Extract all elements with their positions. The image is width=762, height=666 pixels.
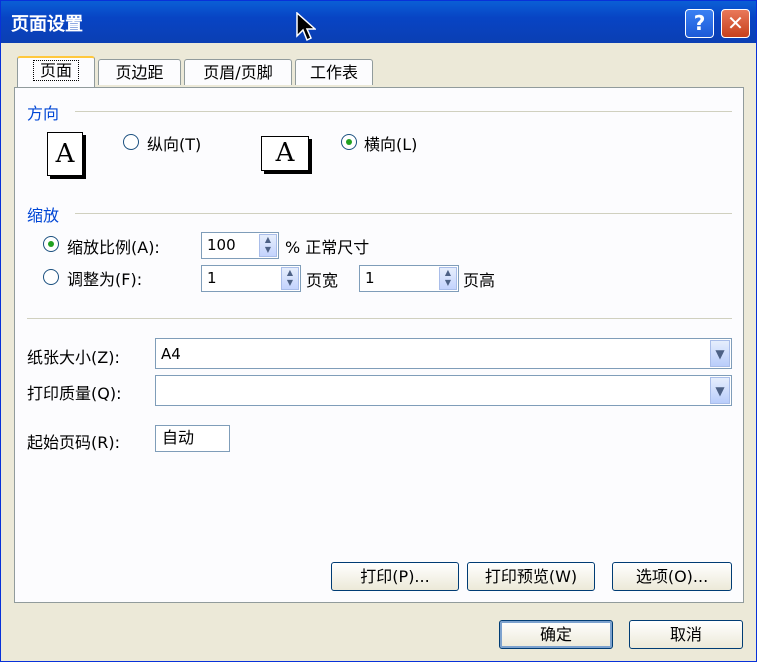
chevron-down-icon[interactable]: ▼ <box>710 377 730 404</box>
tab-sheet-label: 工作表 <box>309 63 358 82</box>
mouse-cursor-icon <box>296 12 316 42</box>
scale-spinner[interactable]: 100 ▲ ▼ <box>201 232 279 259</box>
ok-button[interactable]: 确定 <box>499 620 613 649</box>
section-divider <box>27 318 732 319</box>
paper-size-value[interactable]: A4 <box>161 345 181 363</box>
print-quality-label: 打印质量(Q): <box>27 384 122 403</box>
landscape-radio[interactable] <box>341 134 357 150</box>
fit-label[interactable]: 调整为(F): <box>67 266 142 290</box>
scale-label[interactable]: 缩放比例(A): <box>67 234 160 258</box>
fit-tall-suffix: 页高 <box>463 271 496 290</box>
print-preview-button[interactable]: 打印预览(W) <box>467 562 595 591</box>
tab-header-footer[interactable]: 页眉/页脚 <box>184 59 292 85</box>
tab-margins-label: 页边距 <box>115 63 164 82</box>
first-page-input[interactable]: 自动 <box>155 425 230 452</box>
scale-value[interactable]: 100 <box>207 236 236 254</box>
print-quality-select[interactable]: ▼ <box>155 375 732 406</box>
scale-spin-arrows-icon[interactable]: ▲ ▼ <box>259 234 277 257</box>
tab-sheet[interactable]: 工作表 <box>295 59 373 85</box>
tab-page[interactable]: 页面 <box>17 56 95 87</box>
first-page-label: 起始页码(R): <box>27 433 120 452</box>
landscape-label[interactable]: 横向(L) <box>364 131 417 155</box>
options-button[interactable]: 选项(O)... <box>612 562 732 591</box>
landscape-page-icon: A <box>261 136 309 171</box>
portrait-label[interactable]: 纵向(T) <box>147 131 201 155</box>
paper-size-label: 纸张大小(Z): <box>27 348 120 367</box>
page-setup-dialog: 页面设置 ? ✕ 页面 页边距 页眉/页脚 工作表 方向 A 纵向(T) A 横… <box>0 0 757 662</box>
cancel-button[interactable]: 取消 <box>629 620 743 649</box>
fit-tall-value[interactable]: 1 <box>365 269 375 287</box>
portrait-radio[interactable] <box>123 134 139 150</box>
portrait-page-icon: A <box>47 132 83 176</box>
print-button[interactable]: 打印(P)... <box>331 562 459 591</box>
paper-size-select[interactable]: A4 ▼ <box>155 338 732 369</box>
close-button[interactable]: ✕ <box>721 9 750 38</box>
scale-radio[interactable] <box>43 236 59 252</box>
tab-margins[interactable]: 页边距 <box>98 59 181 85</box>
fit-wide-spinner[interactable]: 1 ▲ ▼ <box>201 265 301 292</box>
tab-page-label: 页面 <box>32 60 79 81</box>
fit-radio[interactable] <box>43 269 59 285</box>
chevron-down-icon[interactable]: ▼ <box>710 340 730 367</box>
orientation-group-label: 方向 <box>27 104 60 123</box>
page-tab-panel: 方向 A 纵向(T) A 横向(L) 缩放 缩放比例(A): 100 ▲ ▼ % … <box>14 87 744 603</box>
title-bar[interactable]: 页面设置 ? ✕ <box>1 1 756 43</box>
scaling-divider <box>75 213 732 214</box>
window-title: 页面设置 <box>11 14 83 35</box>
fit-wide-spin-arrows-icon[interactable]: ▲ ▼ <box>281 267 299 290</box>
fit-tall-spinner[interactable]: 1 ▲ ▼ <box>359 265 459 292</box>
scale-suffix: % 正常尺寸 <box>285 238 370 257</box>
scaling-group-label: 缩放 <box>27 206 60 225</box>
help-button[interactable]: ? <box>685 9 714 38</box>
fit-wide-value[interactable]: 1 <box>207 269 217 287</box>
tab-header-footer-label: 页眉/页脚 <box>203 63 273 82</box>
fit-tall-spin-arrows-icon[interactable]: ▲ ▼ <box>439 267 457 290</box>
fit-wide-suffix: 页宽 <box>306 271 339 290</box>
orientation-divider <box>75 111 732 112</box>
